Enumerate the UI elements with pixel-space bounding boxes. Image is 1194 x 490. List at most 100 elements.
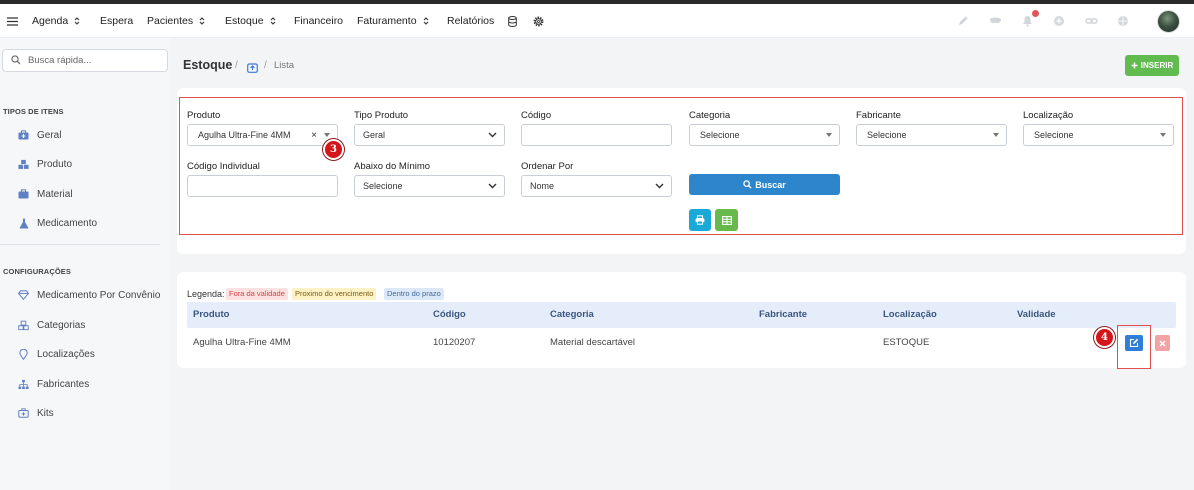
abaixo-minimo-select[interactable]: Selecione (354, 175, 505, 197)
sidebar-section-title: CONFIGURAÇÕES (3, 267, 71, 276)
sidebar-item-categorias[interactable]: Categorias (18, 318, 85, 332)
annotation-step-3: 3 (323, 139, 344, 160)
abaixo-minimo-label: Abaixo do Mínimo (354, 161, 431, 172)
sidebar-item-fabricantes[interactable]: Fabricantes (18, 377, 89, 391)
nav-label: Espera (100, 15, 134, 27)
hamburger-menu-icon[interactable] (7, 4, 18, 38)
column-header-produto[interactable]: Produto (193, 302, 229, 328)
sidebar-item-geral[interactable]: Geral (18, 128, 61, 142)
plus-icon (1131, 62, 1138, 69)
localizacao-label: Localização (1023, 110, 1074, 121)
medkit-icon (18, 130, 29, 141)
page-title: Estoque (183, 58, 233, 72)
cell-categoria: Material descartável (550, 337, 636, 348)
sidebar-item-medicamento-por-convenio[interactable]: Medicamento Por Convênio (18, 288, 160, 302)
link-icon[interactable] (1084, 14, 1098, 28)
column-header-validade[interactable]: Validade (1017, 302, 1056, 328)
gear-icon[interactable] (533, 4, 544, 38)
codigo-individual-input[interactable] (188, 176, 337, 196)
legend-label: Legenda: (187, 289, 225, 299)
close-icon (1159, 339, 1166, 347)
edit-icon (1129, 338, 1139, 348)
codigo-field[interactable] (521, 124, 672, 146)
bell-icon[interactable] (1020, 14, 1034, 28)
table-header: Produto Código Categoria Fabricante Loca… (187, 302, 1176, 328)
sidebar-item-material[interactable]: Material (18, 187, 73, 201)
search-button-label: Buscar (755, 179, 786, 190)
pen-icon[interactable] (956, 14, 970, 28)
nav-relatorios[interactable]: Relatórios (447, 4, 494, 38)
codigo-input[interactable] (522, 125, 671, 145)
localizacao-select[interactable]: Selecione (1023, 124, 1174, 146)
sort-chevron-icon (423, 17, 428, 25)
nav-label: Agenda (32, 15, 69, 27)
edit-button[interactable] (1125, 335, 1143, 351)
flask-icon (18, 218, 29, 229)
ordenar-por-select[interactable]: Nome (521, 175, 672, 197)
user-avatar[interactable] (1157, 10, 1180, 33)
database-icon[interactable] (508, 4, 517, 38)
top-navbar: Agenda Espera Pacientes Estoque Financei… (0, 4, 1194, 38)
column-header-fabricante[interactable]: Fabricante (759, 302, 807, 328)
tipo-produto-value: Geral (363, 130, 386, 140)
codigo-individual-label: Código Individual (187, 161, 260, 172)
dropdown-caret-icon (1160, 133, 1166, 137)
globe-icon[interactable] (1116, 14, 1130, 28)
produto-select[interactable]: Agulha Ultra-Fine 4MM × (187, 124, 338, 146)
mask-icon[interactable] (988, 14, 1002, 28)
column-header-codigo[interactable]: Código (433, 302, 466, 328)
abaixo-minimo-value: Selecione (363, 181, 403, 191)
print-button[interactable] (689, 209, 711, 231)
fabricante-select[interactable]: Selecione (856, 124, 1007, 146)
quick-search[interactable] (2, 49, 168, 72)
nav-label: Relatórios (447, 15, 495, 27)
sidebar-item-kits[interactable]: Kits (18, 406, 54, 420)
cubes-outline-icon (18, 320, 29, 331)
column-header-categoria[interactable]: Categoria (550, 302, 594, 328)
tipo-produto-label: Tipo Produto (354, 110, 409, 121)
notification-badge (1032, 10, 1039, 17)
nav-agenda[interactable]: Agenda (32, 4, 80, 38)
delete-button[interactable] (1155, 335, 1170, 351)
categoria-label: Categoria (689, 110, 731, 121)
nav-espera[interactable]: Espera (100, 4, 133, 38)
nav-faturamento[interactable]: Faturamento (357, 4, 429, 38)
categoria-select[interactable]: Selecione (689, 124, 840, 146)
export-table-button[interactable] (715, 209, 738, 231)
sidebar-item-label: Fabricantes (37, 378, 90, 390)
clear-icon[interactable]: × (311, 130, 317, 141)
nav-pacientes[interactable]: Pacientes (147, 4, 205, 38)
sidebar-item-produto[interactable]: Produto (18, 157, 72, 171)
search-icon (11, 52, 21, 70)
nav-financeiro[interactable]: Financeiro (294, 4, 343, 38)
codigo-individual-field[interactable] (187, 175, 338, 197)
sort-chevron-icon (199, 17, 205, 25)
produto-value: Agulha Ultra-Fine 4MM (198, 130, 291, 140)
printer-icon (695, 215, 705, 225)
fabricante-value: Selecione (867, 130, 907, 140)
ordenar-por-value: Nome (530, 181, 555, 191)
codigo-label: Código (521, 110, 552, 121)
sidebar-section-title: TIPOS DE ITENS (3, 107, 64, 116)
tipo-produto-select[interactable]: Geral (354, 124, 505, 146)
sidebar-item-localizacoes[interactable]: Localizações (18, 347, 95, 361)
chevron-down-icon (488, 183, 497, 189)
briefcase-icon (18, 189, 29, 200)
quick-search-input[interactable] (28, 55, 158, 66)
sidebar-item-label: Categorias (37, 319, 86, 331)
legend-valid-badge: Dentro do prazo (384, 288, 444, 300)
fabricante-label: Fabricante (856, 110, 901, 121)
breadcrumb-separator: / (235, 60, 238, 71)
first-aid-kit-icon (18, 408, 29, 419)
cell-codigo: 10120207 (433, 337, 476, 348)
sidebar-item-label: Medicamento (37, 217, 98, 229)
nav-label: Pacientes (147, 15, 194, 27)
insert-button[interactable]: INSERIR (1125, 55, 1179, 76)
box-icon[interactable] (247, 60, 258, 73)
search-button[interactable]: Buscar (689, 174, 840, 195)
nav-estoque[interactable]: Estoque (225, 4, 276, 38)
plus-icon[interactable] (1052, 14, 1066, 28)
nav-label: Faturamento (357, 15, 417, 27)
sidebar-item-medicamento[interactable]: Medicamento (18, 216, 97, 230)
column-header-localizacao[interactable]: Localização (883, 302, 937, 328)
